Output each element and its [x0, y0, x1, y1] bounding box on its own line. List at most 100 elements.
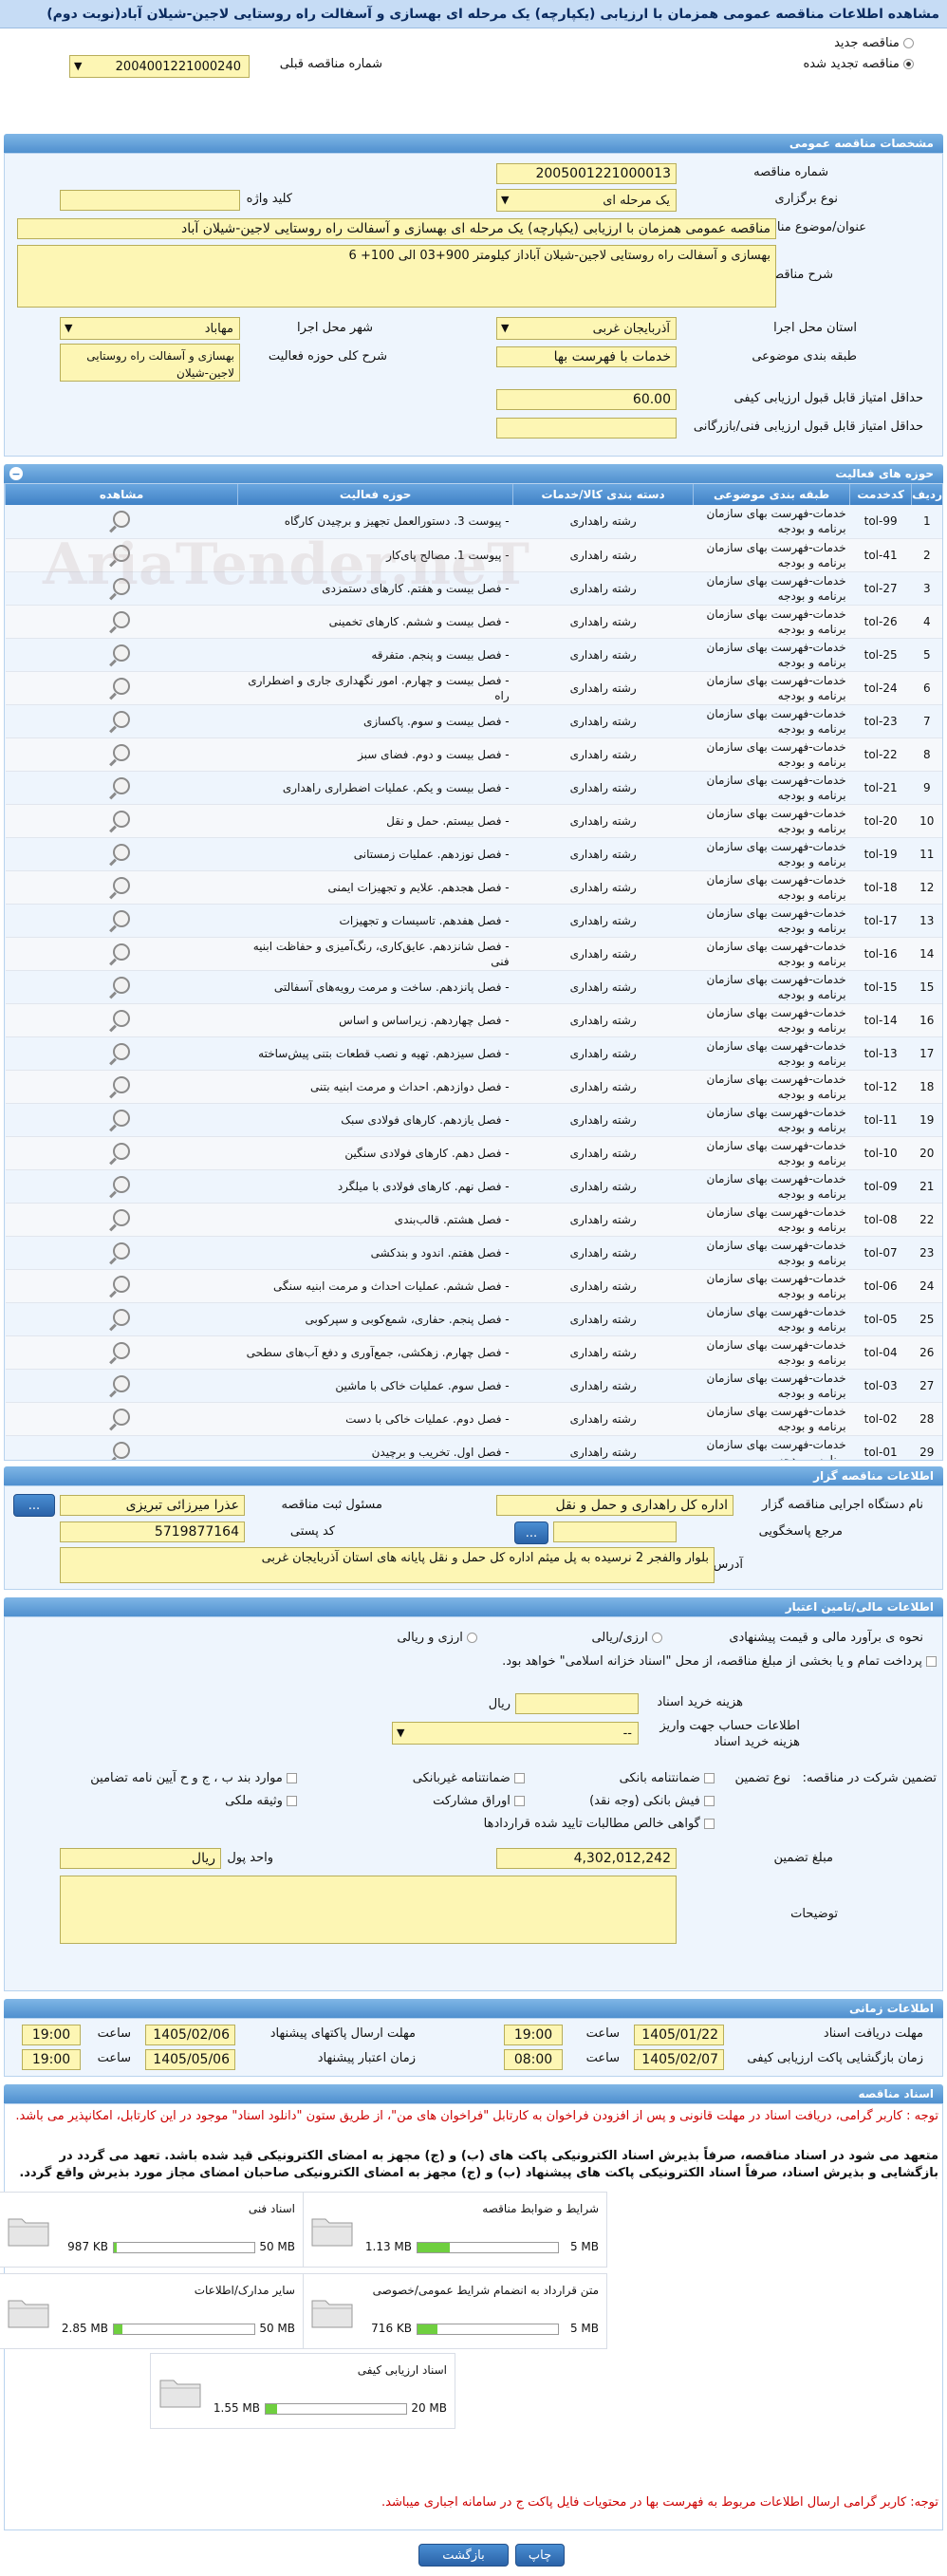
view-magnifier-icon[interactable] [109, 1275, 131, 1297]
receive-deadline-time[interactable]: 19:00 [504, 2025, 563, 2045]
currency-field[interactable]: ریال [60, 1848, 221, 1869]
keyword-field[interactable] [60, 190, 240, 211]
view-magnifier-icon[interactable] [109, 1208, 131, 1231]
treasury-payment-option[interactable]: پرداخت تمام و یا بخشی از مبلغ مناقصه، از… [7, 1653, 937, 1671]
view-magnifier-icon[interactable] [109, 843, 131, 866]
category-field[interactable]: خدمات با فهرست بها [496, 346, 677, 367]
postal-field[interactable]: 5719877164 [60, 1521, 245, 1542]
cell-view [5, 505, 238, 539]
opening-label: زمان بازگشایی پاکت ارزیابی کیفی [747, 2051, 923, 2065]
send-deadline-date[interactable]: 1405/02/06 [145, 2025, 235, 2045]
account-select[interactable]: -- ▼ [392, 1722, 639, 1745]
view-magnifier-icon[interactable] [109, 1142, 131, 1165]
print-button[interactable]: چاپ [515, 2544, 565, 2567]
cell-view [5, 571, 238, 606]
subject-field[interactable]: مناقصه عمومی همزمان با ارزیابی (یکپارچه)… [17, 218, 776, 239]
view-magnifier-icon[interactable] [109, 743, 131, 766]
notes-field[interactable] [60, 1876, 677, 1944]
doc-fee-field[interactable] [515, 1693, 639, 1714]
guarantee-bank[interactable]: ضمانتنامه بانکی [620, 1771, 715, 1785]
view-magnifier-icon[interactable] [109, 577, 131, 600]
cell-activity: - فصل سیزدهم. تهیه و نصب قطعات بتنی پیش‌… [237, 1036, 513, 1071]
page-title: مشاهده اطلاعات مناقصه عمومی همزمان با ار… [0, 0, 947, 28]
footer-buttons: چاپ بازگشت [0, 2538, 947, 2576]
guarantee-bonds[interactable]: اوراق مشارکت [433, 1794, 525, 1808]
guarantee-nonbank[interactable]: ضمانتنامه غیربانکی [413, 1771, 525, 1785]
document-file-item[interactable]: اسناد فنی 50 MB 987 KB [0, 2192, 304, 2268]
opt-currency-and-rial[interactable]: ارزی و ریالی [397, 1631, 477, 1645]
view-magnifier-icon[interactable] [109, 943, 131, 965]
view-magnifier-icon[interactable] [109, 1441, 131, 1460]
address-field[interactable]: بلوار والفجر 2 نرسیده به پل میثم اداره ک… [60, 1547, 715, 1583]
document-file-item[interactable]: سایر مدارک/اطلاعات 50 MB 2.85 MB [0, 2273, 304, 2349]
checkbox-icon [704, 1773, 715, 1783]
opt-rial-currency[interactable]: ارزی/ریالی [591, 1631, 662, 1645]
view-magnifier-icon[interactable] [109, 876, 131, 899]
view-magnifier-icon[interactable] [109, 1374, 131, 1397]
guarantee-receivables[interactable]: گواهی خالص مطالبات تایید شده قراردادها [484, 1817, 715, 1831]
validity-date[interactable]: 1405/05/06 [145, 2049, 235, 2070]
guarantee-cash[interactable]: فیش بانکی (وجه نقد) [589, 1794, 715, 1808]
scope-field[interactable]: بهسازی و آسفالت راه روستایی لاجین-شیلان [60, 344, 240, 382]
back-button[interactable]: بازگشت [418, 2544, 509, 2567]
cell-view [5, 1169, 238, 1204]
tender-type-select[interactable]: یک مرحله ای ▼ [496, 189, 677, 212]
collapse-icon[interactable]: − [9, 467, 23, 480]
view-magnifier-icon[interactable] [109, 1175, 131, 1198]
view-magnifier-icon[interactable] [109, 1109, 131, 1131]
view-magnifier-icon[interactable] [109, 776, 131, 799]
radio-renewed-label: مناقصه تجدید شده [803, 57, 900, 71]
cell-view [5, 671, 238, 705]
radio-new-tender[interactable]: مناقصه جدید [834, 36, 914, 50]
document-file-item[interactable]: شرایط و ضوابط مناقصه 5 MB 1.13 MB [302, 2192, 607, 2268]
view-magnifier-icon[interactable] [109, 1308, 131, 1331]
view-magnifier-icon[interactable] [109, 976, 131, 999]
radio-renewed-tender[interactable]: مناقصه تجدید شده [803, 57, 914, 71]
view-magnifier-icon[interactable] [109, 677, 131, 700]
guarantee-other[interactable]: موارد بند ب ، ج و ح آیین نامه تضامین [90, 1771, 297, 1785]
send-deadline-time[interactable]: 19:00 [22, 2025, 81, 2045]
view-magnifier-icon[interactable] [109, 909, 131, 932]
document-file-item[interactable]: اسناد ارزیابی کیفی 20 MB 1.55 MB [150, 2353, 455, 2429]
city-select[interactable]: مهاباد ▼ [60, 317, 240, 340]
receive-deadline-date[interactable]: 1405/01/22 [634, 2025, 724, 2045]
cell-view [5, 1003, 238, 1037]
view-magnifier-icon[interactable] [109, 644, 131, 666]
prev-number-select[interactable]: 2004001221000240 ▼ [69, 55, 250, 78]
ref-more-button[interactable]: ... [514, 1521, 548, 1544]
opening-time[interactable]: 08:00 [504, 2049, 563, 2070]
opening-date[interactable]: 1405/02/07 [634, 2049, 724, 2070]
table-row: 21 tol-09 خدمات-فهرست بهای سازمان برنامه و… [5, 1169, 942, 1204]
guarantee-other-label: موارد بند ب ، ج و ح آیین نامه تضامین [90, 1771, 283, 1785]
cell-row-number: 26 [911, 1335, 942, 1370]
org-field[interactable]: اداره کل راهداری و حمل و نقل [496, 1495, 733, 1516]
view-magnifier-icon[interactable] [109, 1075, 131, 1098]
min-quality-field[interactable]: 60.00 [496, 389, 677, 410]
document-file-item[interactable]: متن قرارداد به انضمام شرایط عمومی/خصوصی 5… [302, 2273, 607, 2349]
tender-number-field[interactable]: 2005001221000013 [496, 163, 677, 184]
view-magnifier-icon[interactable] [109, 610, 131, 633]
province-select[interactable]: آذربایجان غربی ▼ [496, 317, 677, 340]
view-magnifier-icon[interactable] [109, 1408, 131, 1430]
finance-header-text: اطلاعات مالی/تامین اعتبار [785, 1600, 934, 1614]
responsible-field[interactable]: عذرا میرزائی تبریزی [60, 1495, 245, 1516]
view-magnifier-icon[interactable] [109, 511, 131, 533]
validity-time[interactable]: 19:00 [22, 2049, 81, 2070]
responsible-more-button[interactable]: ... [13, 1494, 55, 1517]
cell-category: خدمات-فهرست بهای سازمان برنامه و بودجه [693, 704, 850, 738]
guarantee-property[interactable]: وثیقه ملکی [225, 1794, 297, 1808]
view-magnifier-icon[interactable] [109, 1241, 131, 1264]
documents-note-download: توجه : کاربر گرامی، دریافت اسناد در مهلت… [15, 2109, 938, 2123]
view-magnifier-icon[interactable] [109, 810, 131, 832]
description-field[interactable]: بهسازی و آسفالت راه روستایی لاجین-شیلان … [17, 245, 776, 308]
view-magnifier-icon[interactable] [109, 1042, 131, 1065]
view-magnifier-icon[interactable] [109, 544, 131, 567]
view-magnifier-icon[interactable] [109, 1009, 131, 1032]
view-magnifier-icon[interactable] [109, 1341, 131, 1364]
min-tech-field[interactable] [496, 418, 677, 439]
view-magnifier-icon[interactable] [109, 710, 131, 733]
document-file-progress-fill [114, 2324, 122, 2334]
folder-icon [310, 2293, 354, 2329]
amount-field[interactable]: 4,302,012,242 [496, 1848, 677, 1869]
ref-field[interactable] [553, 1521, 677, 1542]
